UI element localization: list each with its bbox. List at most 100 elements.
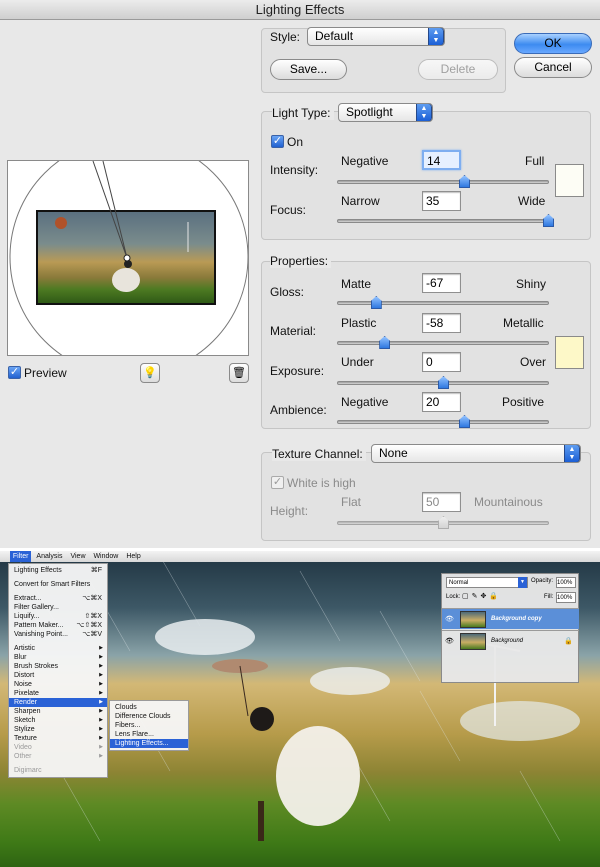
menu-item-texture[interactable]: Texture ▶ xyxy=(9,734,107,743)
menu-item-label: Sketch xyxy=(14,717,36,724)
fill-field[interactable]: 100% xyxy=(556,592,576,603)
properties-title: Properties: xyxy=(270,254,332,268)
photoshop-screenshot: Filter Analysis View Window Help Lightin… xyxy=(0,551,600,867)
white-is-high-checkbox[interactable]: ✓ xyxy=(271,476,284,489)
menu-item-lighting-effects[interactable]: Lighting Effects ⌘F xyxy=(9,566,107,575)
material-field[interactable]: -58 xyxy=(422,313,461,333)
preview-pane[interactable] xyxy=(7,160,249,356)
menu-item-filter-gallery[interactable]: Filter Gallery... xyxy=(9,603,107,612)
menu-item-lighting-effects-render[interactable]: Lighting Effects... xyxy=(110,739,188,748)
menu-item-clouds[interactable]: Clouds xyxy=(110,703,188,712)
gloss-field[interactable]: -67 xyxy=(422,273,461,293)
material-max-label: Metallic xyxy=(503,316,544,330)
menu-item-video[interactable]: Video ▶ xyxy=(9,743,107,752)
menu-item-stylize[interactable]: Stylize ▶ xyxy=(9,725,107,734)
menu-item-sketch[interactable]: Sketch ▶ xyxy=(9,716,107,725)
menu-item-extract[interactable]: Extract... ⌥⌘X xyxy=(9,594,107,603)
focus-field[interactable]: 35 xyxy=(422,191,461,211)
menu-item-sharpen[interactable]: Sharpen ▶ xyxy=(9,707,107,716)
menu-item-label: Video xyxy=(14,744,32,751)
menu-item-label: Digimarc xyxy=(14,767,42,774)
menu-item-blur[interactable]: Blur ▶ xyxy=(9,653,107,662)
triangle-right-icon: ▶ xyxy=(99,735,103,741)
menu-item-label: Filter Gallery... xyxy=(14,604,59,611)
menu-analysis[interactable]: Analysis xyxy=(33,551,65,562)
eye-icon[interactable]: 👁 xyxy=(445,615,454,623)
ambience-field[interactable]: 20 xyxy=(422,392,461,412)
chevron-updown-icon: ▲ ▼ xyxy=(428,28,444,45)
light-type-select[interactable]: Spotlight ▲ ▼ xyxy=(338,103,433,122)
focus-slider[interactable] xyxy=(337,214,554,227)
opacity-label: Opacity: xyxy=(531,578,554,584)
layers-panel: Normal ▼ Opacity: 100% Lock: ▢✎✥🔒 Fill: … xyxy=(441,573,579,683)
style-select[interactable]: Default ▲ ▼ xyxy=(307,27,445,46)
layer-name: Background copy xyxy=(491,616,542,622)
height-field[interactable]: 50 xyxy=(422,492,461,512)
menu-item-vanishing-point[interactable]: Vanishing Point... ⌥⌘V xyxy=(9,630,107,639)
texture-channel-select[interactable]: None ▲ ▼ xyxy=(371,444,581,463)
menu-item-artistic[interactable]: Artistic ▶ xyxy=(9,644,107,653)
exposure-slider[interactable] xyxy=(337,376,549,389)
menu-item-noise[interactable]: Noise ▶ xyxy=(9,680,107,689)
trash-icon[interactable]: 🗑 xyxy=(229,363,249,383)
ok-button[interactable]: OK xyxy=(514,33,592,54)
on-checkbox[interactable]: ✓ xyxy=(271,135,284,148)
fill-label: Fill: xyxy=(544,594,554,600)
menu-item-distort[interactable]: Distort ▶ xyxy=(9,671,107,680)
menu-help[interactable]: Help xyxy=(123,551,143,562)
filter-menu: Lighting Effects ⌘F Convert for Smart Fi… xyxy=(8,563,108,778)
photoshop-menubar: Filter Analysis View Window Help xyxy=(0,551,600,562)
intensity-slider[interactable] xyxy=(337,175,549,188)
exposure-field[interactable]: 0 xyxy=(422,352,461,372)
height-max-label: Mountainous xyxy=(474,495,543,509)
menu-item-lens-flare[interactable]: Lens Flare... xyxy=(110,730,188,739)
menu-item-other[interactable]: Other ▶ xyxy=(9,752,107,761)
lock-icon: 🔒 xyxy=(564,638,573,645)
preview-checkbox[interactable]: ✓ xyxy=(8,366,21,379)
material-slider[interactable] xyxy=(337,336,549,349)
layer-background[interactable]: 👁 Background 🔒 xyxy=(442,630,579,651)
menu-window[interactable]: Window xyxy=(90,551,121,562)
preview-image xyxy=(36,210,216,305)
triangle-right-icon: ▶ xyxy=(99,699,103,705)
light-type-label: Light Type: xyxy=(272,106,334,120)
triangle-right-icon: ▶ xyxy=(99,717,103,723)
layer-name: Background xyxy=(491,638,524,644)
blend-mode-select[interactable]: Normal ▼ xyxy=(446,577,528,588)
menu-item-shortcut: ⌥⌘X xyxy=(82,595,102,602)
menu-item-difference-clouds[interactable]: Difference Clouds xyxy=(110,712,188,721)
light-color-swatch[interactable] xyxy=(555,164,584,197)
menu-item-digimarc[interactable]: Digimarc xyxy=(9,766,107,775)
menu-item-shortcut: ⌥⇧⌘X xyxy=(76,622,102,629)
on-label: On xyxy=(287,135,304,149)
gloss-label: Gloss: xyxy=(270,285,305,299)
menu-item-pattern-maker[interactable]: Pattern Maker... ⌥⇧⌘X xyxy=(9,621,107,630)
menu-item-pixelate[interactable]: Pixelate ▶ xyxy=(9,689,107,698)
delete-button[interactable]: Delete xyxy=(418,59,498,80)
ambience-slider[interactable] xyxy=(337,415,549,428)
menu-item-label: Lighting Effects xyxy=(14,567,62,574)
lock-icons[interactable]: ▢✎✥🔒 xyxy=(462,592,514,603)
menu-item-liquify[interactable]: Liquify... ⇧⌘X xyxy=(9,612,107,621)
menu-item-label: Distort xyxy=(14,672,35,679)
intensity-label: Intensity: xyxy=(270,163,319,177)
material-color-swatch[interactable] xyxy=(555,336,584,369)
menu-item-fibers[interactable]: Fibers... xyxy=(110,721,188,730)
menu-item-render[interactable]: Render ▶ xyxy=(9,698,107,707)
save-button[interactable]: Save... xyxy=(270,59,347,80)
intensity-field[interactable]: 14 xyxy=(422,150,461,170)
chevron-updown-icon: ▲ ▼ xyxy=(564,445,580,462)
menu-item-label: Brush Strokes xyxy=(14,663,58,670)
height-slider[interactable] xyxy=(337,516,549,529)
cancel-button[interactable]: Cancel xyxy=(514,57,592,78)
gloss-slider[interactable] xyxy=(337,296,549,309)
menu-filter[interactable]: Filter xyxy=(9,551,32,562)
opacity-field[interactable]: 100% xyxy=(556,577,576,588)
menu-item-brush-strokes[interactable]: Brush Strokes ▶ xyxy=(9,662,107,671)
menu-item-convert[interactable]: Convert for Smart Filters xyxy=(9,580,107,589)
lightbulb-icon[interactable]: 💡 xyxy=(140,363,160,383)
menu-item-label: Stylize xyxy=(14,726,35,733)
menu-view[interactable]: View xyxy=(67,551,88,562)
eye-icon[interactable]: 👁 xyxy=(445,637,454,645)
layer-background-copy[interactable]: 👁 Background copy xyxy=(442,608,579,629)
